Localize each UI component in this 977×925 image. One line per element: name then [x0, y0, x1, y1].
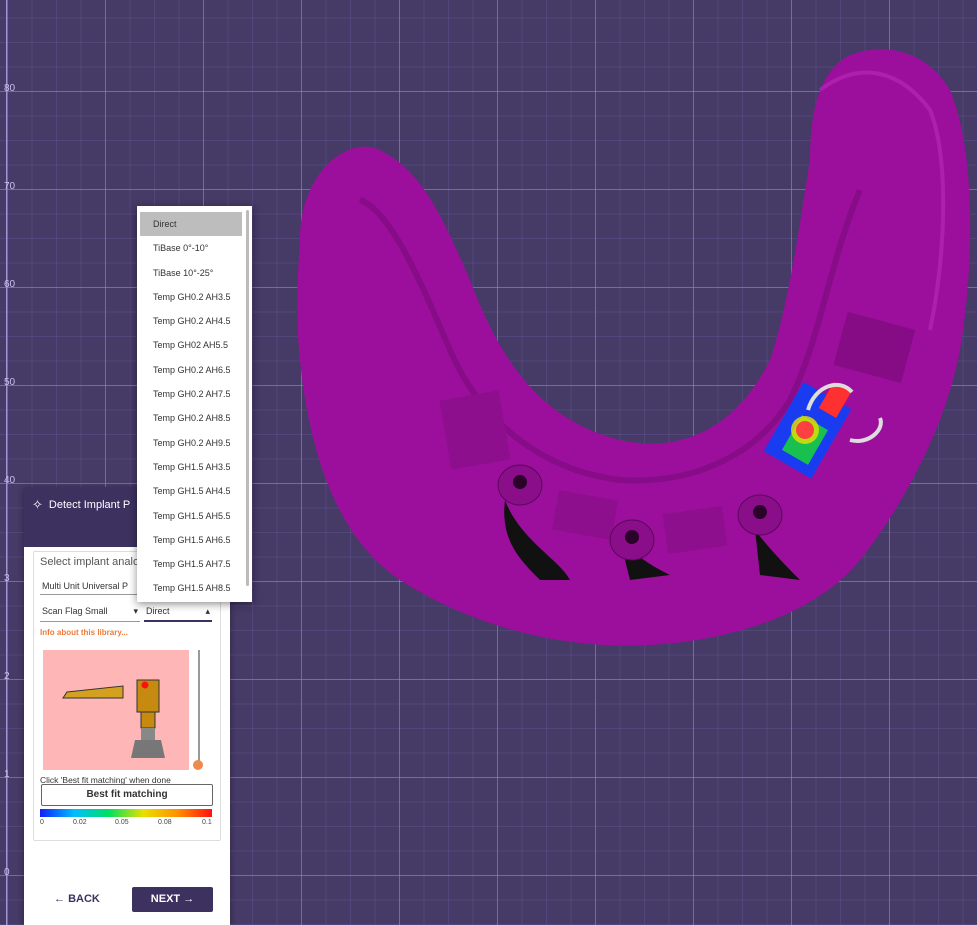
dropdown-option[interactable]: Temp GH1.5 AH7.5: [137, 552, 252, 576]
scale-label: 0.08: [158, 819, 172, 826]
dropdown-option[interactable]: Temp GH0.2 AH6.5: [137, 358, 252, 382]
scale-label: 0: [40, 819, 44, 826]
chevron-up-icon: ▴: [205, 606, 210, 616]
opacity-slider-track[interactable]: [198, 650, 200, 764]
next-button[interactable]: NEXT →: [132, 887, 213, 912]
dropdown-option[interactable]: Temp GH02 AH5.5: [137, 333, 252, 357]
implant-3: [737, 494, 783, 536]
implant-2: [609, 519, 655, 561]
connection-select[interactable]: Direct ▴: [144, 603, 212, 622]
scale-label: 0.05: [115, 819, 129, 826]
dropdown-option[interactable]: Temp GH1.5 AH8.5: [137, 576, 252, 600]
info-link[interactable]: Info about this library...: [40, 628, 220, 637]
scale-label: 0.1: [202, 819, 212, 826]
platform-1: [439, 390, 511, 470]
magic-wand-icon: ✧: [32, 497, 43, 512]
opacity-slider-knob[interactable]: [193, 760, 203, 770]
dropdown-option[interactable]: Direct: [140, 212, 242, 237]
platform-3: [662, 506, 728, 554]
dropdown-option[interactable]: Temp GH1.5 AH5.5: [137, 504, 252, 528]
preview-drawing: [62, 679, 165, 758]
dropdown-scrollbar[interactable]: [246, 210, 249, 586]
dropdown-option[interactable]: Temp GH1.5 AH6.5: [137, 528, 252, 552]
dropdown-options: Direct TiBase 0°-10° TiBase 10°-25° Temp GH…: [137, 212, 252, 601]
panel-title: Detect Implant P: [48, 499, 131, 511]
dropdown-option[interactable]: Temp GH0.2 AH4.5: [137, 309, 252, 333]
arrow-right-icon: →: [183, 893, 195, 905]
implant-preview: [43, 650, 189, 770]
dropdown-option[interactable]: TiBase 10°-25°: [137, 261, 252, 285]
chevron-down-icon: ▾: [133, 606, 138, 616]
dropdown-option[interactable]: Temp GH0.2 AH8.5: [137, 406, 252, 430]
dropdown-option[interactable]: Temp GH0.2 AH7.5: [137, 382, 252, 406]
scan-flag-select[interactable]: Scan Flag Small ▾: [40, 603, 140, 622]
dropdown-option[interactable]: TiBase 0°-10°: [137, 236, 252, 260]
scale-label: 0.02: [73, 819, 87, 826]
connection-dropdown-menu[interactable]: Direct TiBase 0°-10° TiBase 10°-25° Temp GH…: [137, 206, 252, 602]
dropdown-option[interactable]: Temp GH0.2 AH3.5: [137, 285, 252, 309]
best-fit-button[interactable]: Best fit matching: [41, 784, 213, 806]
implant-1: [497, 464, 543, 506]
dropdown-option[interactable]: Temp GH1.5 AH3.5: [137, 455, 252, 479]
back-button[interactable]: ← BACK: [54, 893, 100, 905]
dropdown-option[interactable]: Temp GH0.2 AH9.5: [137, 431, 252, 455]
arrow-left-icon: ←: [54, 893, 65, 905]
deviation-colorbar: [40, 809, 212, 817]
dropdown-option[interactable]: Temp GH1.5 AH4.5: [137, 479, 252, 503]
